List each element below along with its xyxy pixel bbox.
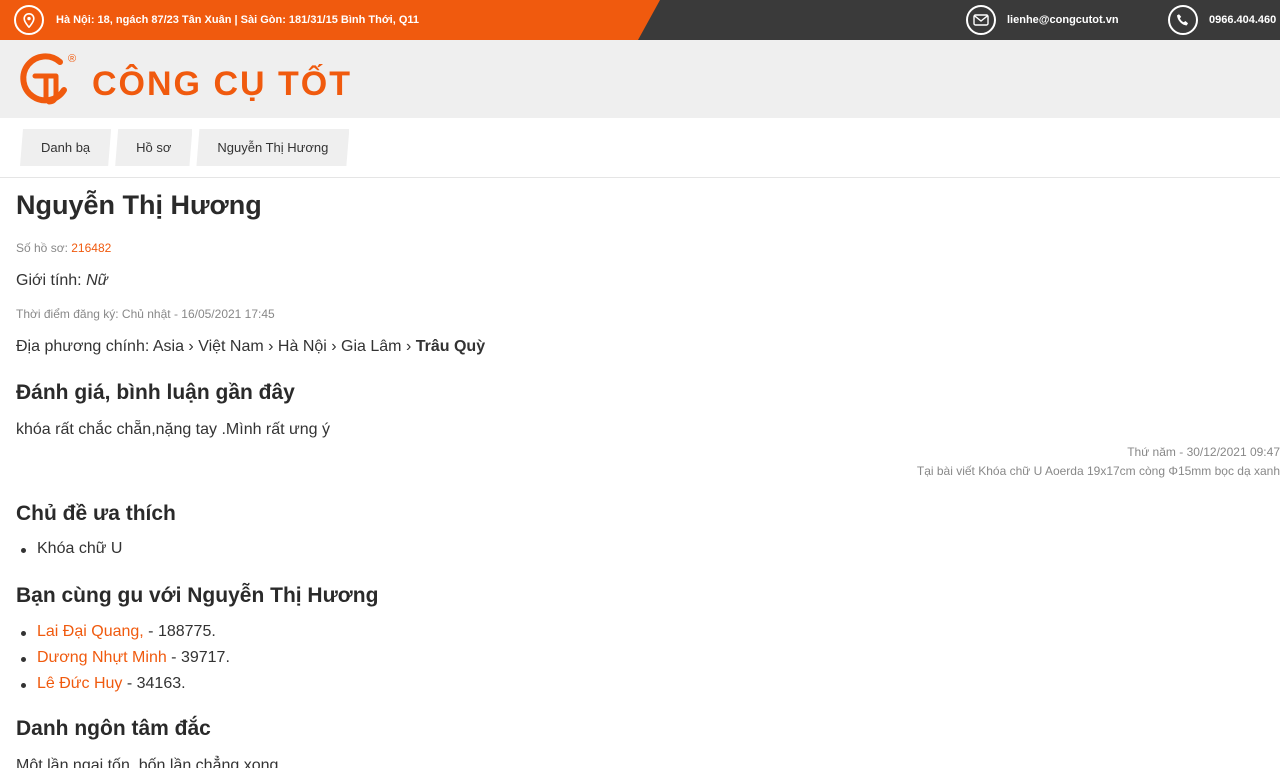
review-date: Thứ năm - 30/12/2021 09:47 <box>1127 445 1280 459</box>
topics-list: Khóa chữ U <box>16 536 122 562</box>
header-divider <box>0 177 1280 178</box>
envelope-icon <box>966 5 996 35</box>
location-current: Trâu Quỳ <box>415 338 486 355</box>
friends-heading: Bạn cùng gu với Nguyễn Thị Hương <box>16 584 379 607</box>
friends-list: Lai Đại Quang, - 188775. Dương Nhựt Minh… <box>16 619 230 697</box>
breadcrumb: Danh bạ Hồ sơ Nguyễn Thị Hương <box>20 129 349 166</box>
site-logo[interactable]: ® CÔNG CỤ TỐT <box>16 50 352 112</box>
breadcrumb-current-profile[interactable]: Nguyễn Thị Hương <box>196 129 349 166</box>
friend-score: - 39717. <box>166 649 230 666</box>
logo-monogram-icon: ® <box>20 53 76 105</box>
logo-text: CÔNG CỤ TỐT <box>92 64 352 103</box>
profile-id: Số hồ sơ: 216482 <box>16 241 111 255</box>
page-title: Nguyễn Thị Hương <box>16 190 262 220</box>
site-header: ® CÔNG CỤ TỐT <box>0 40 1280 118</box>
gender-label: Giới tính: <box>16 272 82 289</box>
address-block: Hà Nội: 18, ngách 87/23 Tân Xuân | Sài G… <box>14 5 420 35</box>
location-pin-icon <box>14 5 44 35</box>
registration-time: Thời điểm đăng ký: Chủ nhật - 16/05/2021… <box>16 307 275 321</box>
reviews-heading: Đánh giá, bình luận gần đây <box>16 381 295 404</box>
svg-text:®: ® <box>68 53 76 65</box>
phone-text[interactable]: 0966.404.460 <box>1209 14 1276 26</box>
breadcrumb-directory[interactable]: Danh bạ <box>20 129 111 166</box>
breadcrumb-profiles[interactable]: Hồ sơ <box>115 129 192 166</box>
review-text: khóa rất chắc chẵn,nặng tay .Mình rất ưn… <box>16 421 330 438</box>
friend-score: - 34163. <box>122 675 186 692</box>
list-item[interactable]: Khóa chữ U <box>16 536 122 562</box>
list-item: Lai Đại Quang, - 188775. <box>16 619 230 645</box>
quotes-heading: Danh ngôn tâm đắc <box>16 717 211 740</box>
list-item: Dương Nhựt Minh - 39717. <box>16 645 230 671</box>
profile-id-label: Số hồ sơ: <box>16 241 68 255</box>
profile-id-value: 216482 <box>71 241 112 255</box>
location-path: Địa phương chính: Asia › Việt Nam › Hà N… <box>16 338 416 355</box>
phone-icon <box>1168 5 1198 35</box>
friend-link[interactable]: Dương Nhựt Minh <box>37 649 167 666</box>
gender-value: Nữ <box>86 272 108 289</box>
top-contact-bar: Hà Nội: 18, ngách 87/23 Tân Xuân | Sài G… <box>0 0 1280 40</box>
friend-link[interactable]: Lê Đức Huy <box>37 675 122 692</box>
main-location: Địa phương chính: Asia › Việt Nam › Hà N… <box>16 338 485 356</box>
gender-row: Giới tính: Nữ <box>16 272 108 290</box>
list-item: Lê Đức Huy - 34163. <box>16 671 230 697</box>
topics-heading: Chủ đề ưa thích <box>16 502 176 525</box>
phone-contact[interactable]: 0966.404.460 <box>1168 5 1276 35</box>
friend-link[interactable]: Lai Đại Quang, <box>37 623 144 640</box>
review-post-link[interactable]: Tại bài viết Khóa chữ U Aoerda 19x17cm c… <box>917 464 1280 478</box>
email-text[interactable]: lienhe@congcutot.vn <box>1007 14 1119 26</box>
email-contact[interactable]: lienhe@congcutot.vn <box>966 5 1119 35</box>
address-text: Hà Nội: 18, ngách 87/23 Tân Xuân | Sài G… <box>56 14 420 26</box>
friend-score: - 188775. <box>143 623 216 640</box>
quote-text: Một lần ngại tốn, bốn lần chẳng xong. <box>16 757 283 768</box>
